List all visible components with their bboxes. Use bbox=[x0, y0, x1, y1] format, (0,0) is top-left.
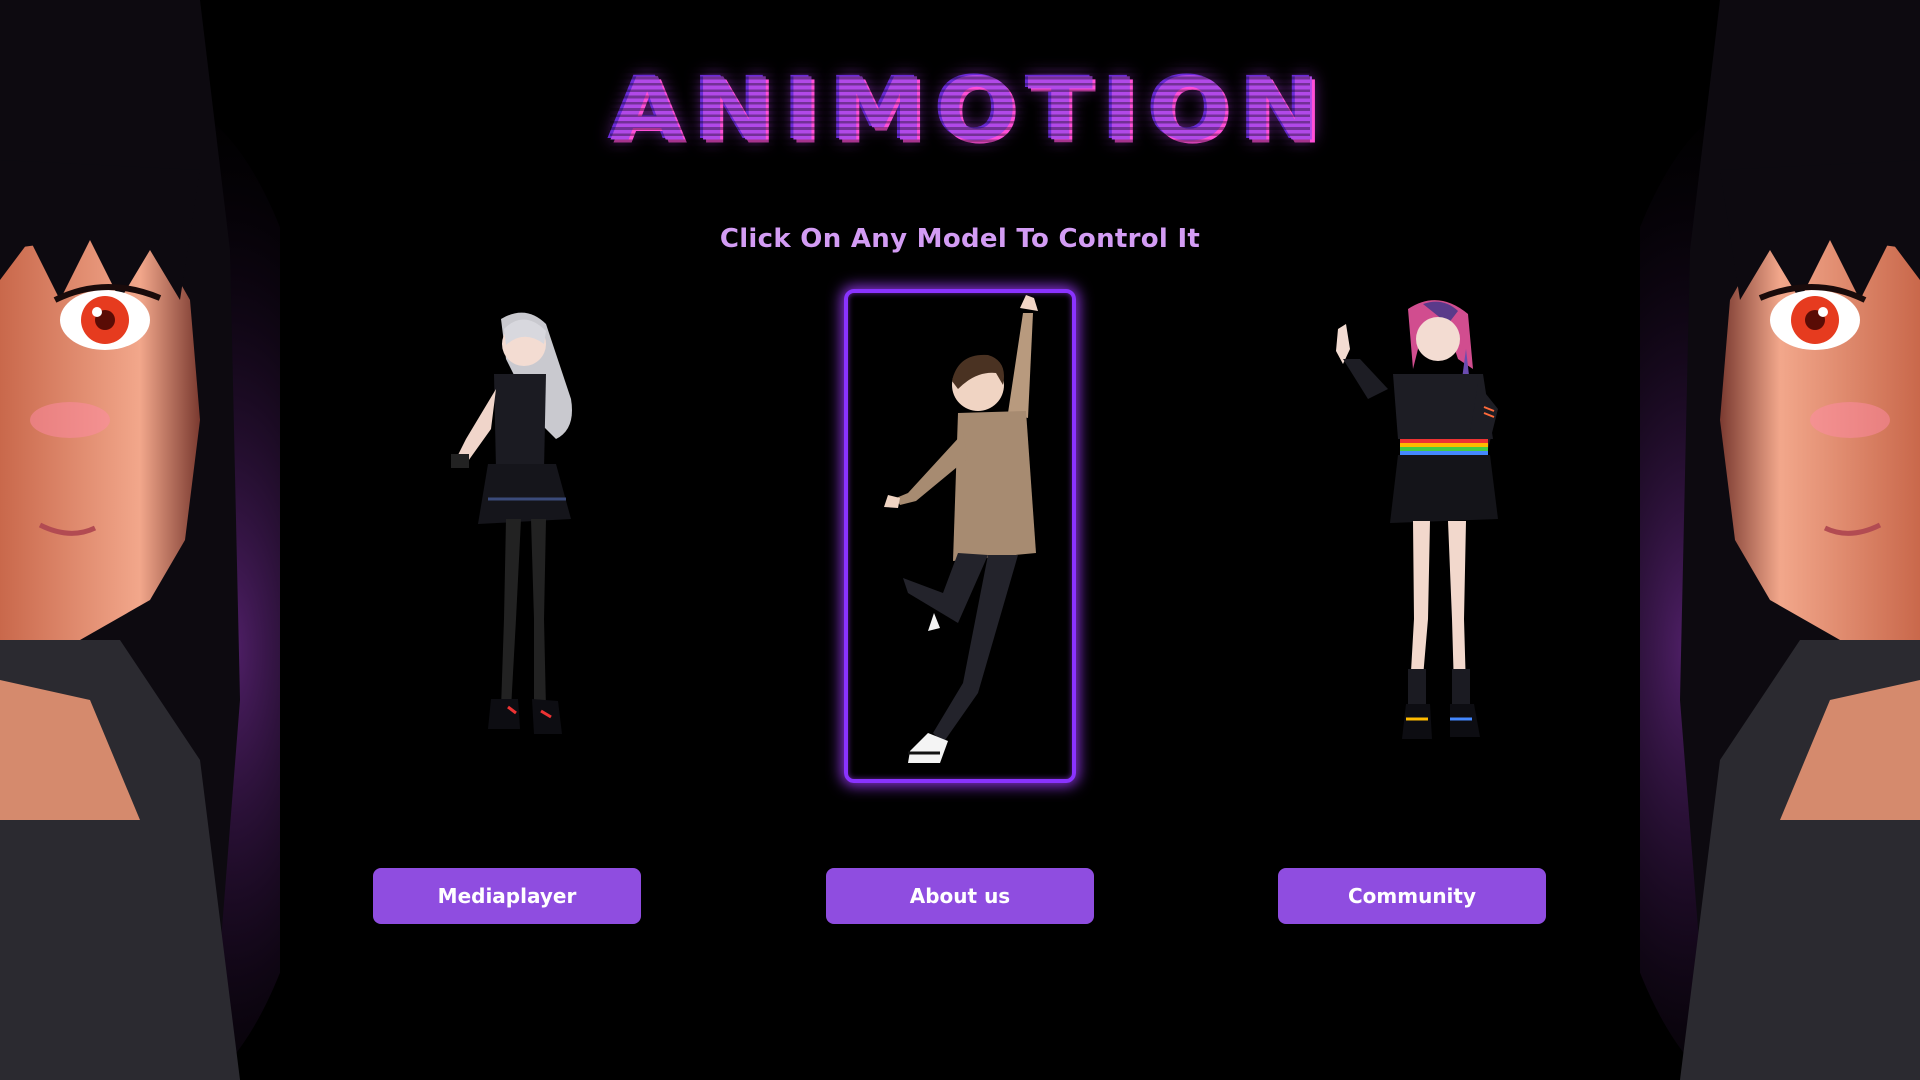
community-button[interactable]: Community bbox=[1278, 868, 1546, 924]
rainbow-haired-girl-model[interactable] bbox=[1298, 289, 1530, 783]
silver-haired-girl-model[interactable] bbox=[396, 289, 628, 783]
mediaplayer-button[interactable]: Mediaplayer bbox=[373, 868, 641, 924]
instruction-text: Click On Any Model To Control It bbox=[719, 224, 1201, 254]
animotion-logo: ANIMOTION bbox=[610, 59, 1331, 161]
landing-page: ANIMOTION Click On Any Model To Control … bbox=[0, 0, 1920, 1080]
left-anime-face-image bbox=[0, 0, 340, 1080]
brown-haired-boy-model[interactable] bbox=[844, 289, 1076, 783]
about-us-button[interactable]: About us bbox=[826, 868, 1094, 924]
right-anime-face-image bbox=[1580, 0, 1920, 1080]
